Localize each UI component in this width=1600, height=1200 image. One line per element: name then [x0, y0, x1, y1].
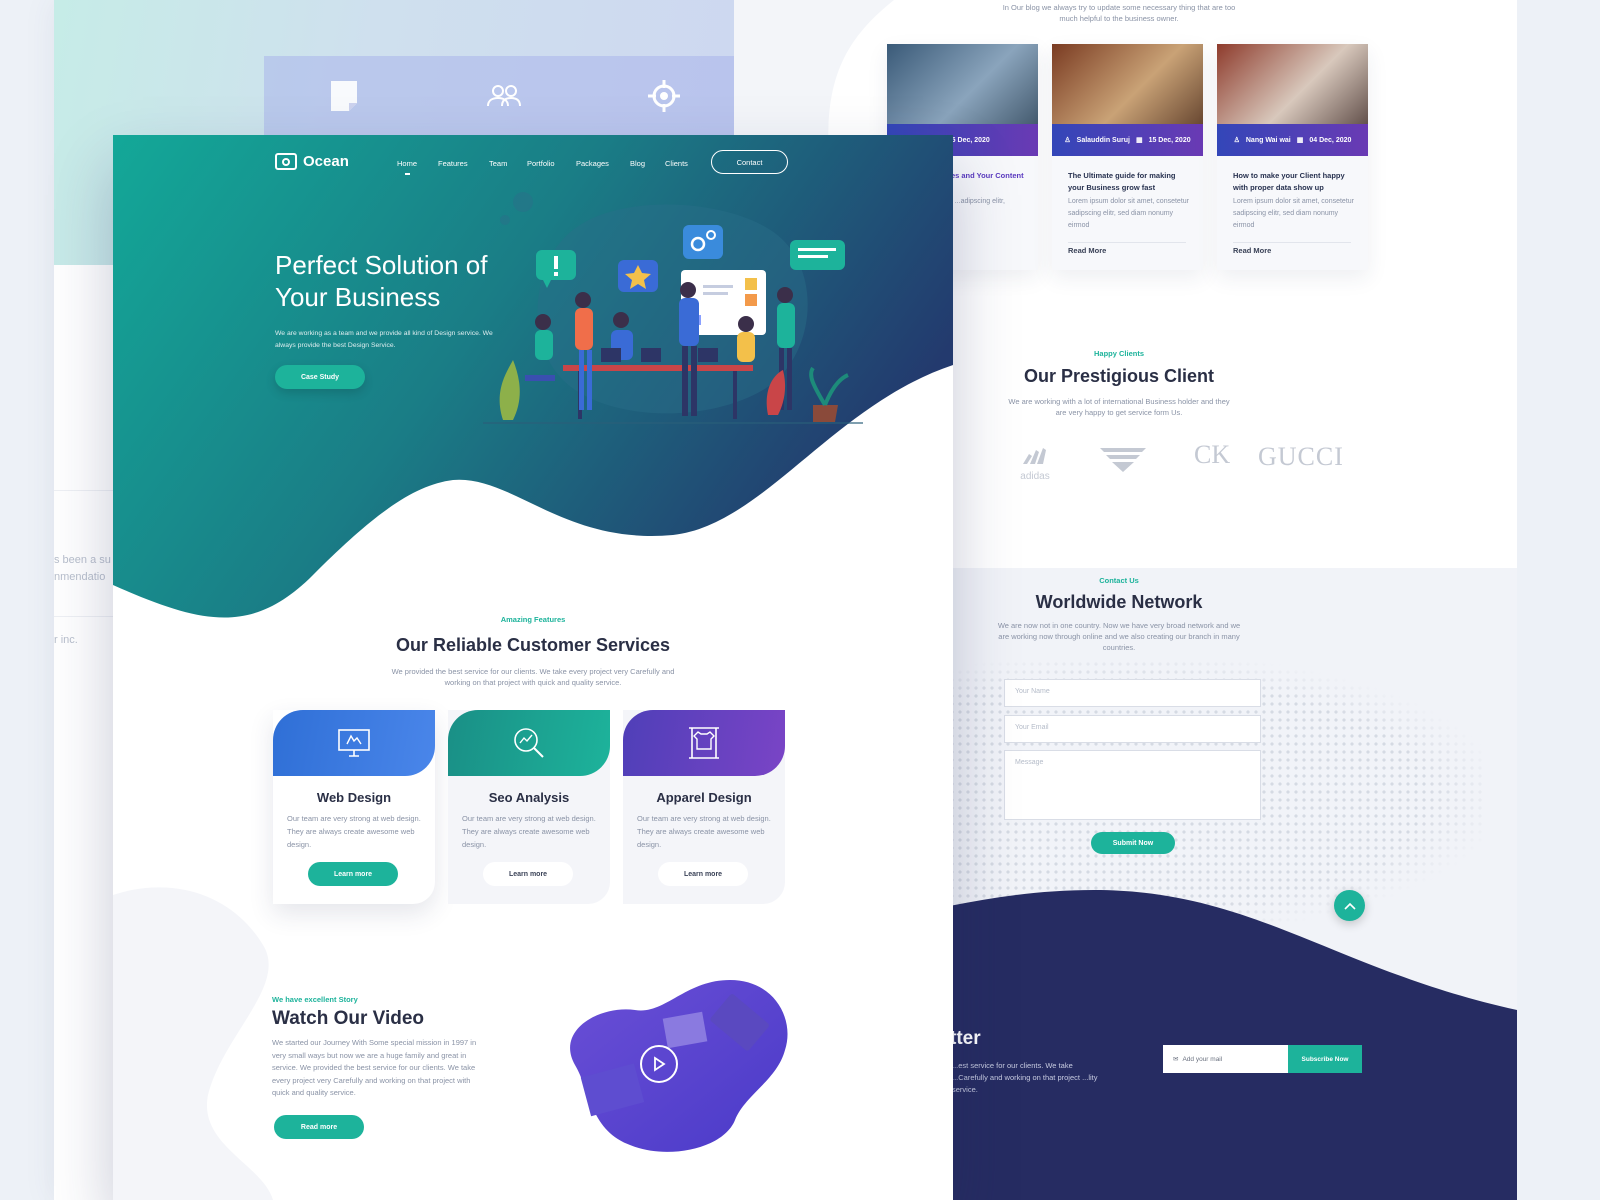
- subscribe-button[interactable]: Subscribe Now: [1288, 1045, 1362, 1073]
- service-description: Our team are very strong at web design. …: [287, 814, 421, 849]
- blog-card[interactable]: ♙ Salauddin Suruj ▦ 15 Dec, 2020 The Ultim…: [1052, 44, 1203, 270]
- blog-intro: In Our blog we always try to update some…: [1002, 3, 1236, 23]
- submit-button[interactable]: Submit Now: [1091, 832, 1175, 854]
- client-logo-gucci: GUCCI: [1258, 442, 1344, 471]
- services-subtitle: Amazing Features: [500, 615, 566, 624]
- left-page-icon-bar: [264, 56, 734, 136]
- front-page: Ocean Home Features Team Portfolio Packa…: [113, 135, 953, 1200]
- target-icon: [584, 56, 734, 136]
- calendar-icon: ▦: [1135, 137, 1143, 144]
- story-title: Watch Our Video: [272, 1008, 425, 1029]
- service-card-seo-analysis[interactable]: Seo Analysis Our team are very strong at…: [448, 710, 610, 904]
- nav-item-blog[interactable]: Blog: [630, 159, 645, 168]
- client-logo-adidas: adidas: [1010, 448, 1060, 482]
- team-meeting-illustration: [483, 192, 863, 424]
- brand-name: Ocean: [303, 153, 349, 170]
- users-icon: [424, 56, 584, 136]
- user-icon: ♙: [1233, 137, 1240, 144]
- brand-logo[interactable]: Ocean: [275, 153, 349, 170]
- story-description: We started our Journey With Some special…: [272, 1038, 477, 1097]
- service-name: Web Design: [316, 790, 392, 805]
- clients-description: We are working with a lot of internation…: [1008, 397, 1230, 417]
- story-subtitle: We have excellent Story: [272, 995, 358, 1004]
- scroll-top-button[interactable]: [1334, 890, 1365, 921]
- message-field[interactable]: Message: [1004, 750, 1261, 820]
- read-more-link[interactable]: Read More: [1068, 246, 1106, 255]
- monitor-design-icon: [338, 729, 370, 757]
- nav-item-features[interactable]: Features: [438, 159, 468, 168]
- newsletter-title: tter: [950, 1028, 981, 1049]
- nav-item-team[interactable]: Team: [489, 159, 507, 168]
- learn-more-button[interactable]: Learn more: [483, 862, 573, 886]
- blog-author: Salauddin Suruj: [1076, 136, 1130, 144]
- email-field[interactable]: Your Email: [1004, 715, 1261, 743]
- learn-more-button[interactable]: Learn more: [308, 862, 398, 886]
- active-indicator: [405, 173, 410, 175]
- newsletter-description: ...est service for our clients. We take …: [952, 1061, 1098, 1094]
- contact-title: Worldwide Network: [1035, 592, 1203, 612]
- learn-more-button[interactable]: Learn more: [658, 862, 748, 886]
- play-icon[interactable]: [640, 1045, 678, 1083]
- divider: [1233, 242, 1351, 243]
- contact-description: We are now not in one country. Now we ha…: [997, 621, 1241, 652]
- blog-card[interactable]: ♙ Nang Wai wai ▦ 04 Dec, 2020 How to make …: [1217, 44, 1368, 270]
- nav-item-packages[interactable]: Packages: [576, 159, 609, 168]
- blog-meta: ♙ Nang Wai wai ▦ 04 Dec, 2020: [1217, 124, 1368, 156]
- contact-button[interactable]: Contact: [711, 150, 788, 174]
- case-study-button[interactable]: Case Study: [275, 365, 365, 389]
- name-field[interactable]: Your Name: [1004, 679, 1261, 707]
- blog-date: 04 Dec, 2020: [1309, 136, 1352, 144]
- service-description: Our team are very strong at web design. …: [462, 814, 596, 849]
- clients-title: Our Prestigious Client: [1023, 366, 1215, 386]
- clients-subtitle: Happy Clients: [1093, 349, 1144, 358]
- blog-excerpt: Lorem ipsum dolor sit amet, consetetur s…: [1068, 198, 1189, 229]
- service-description: Our team are very strong at web design. …: [637, 814, 771, 849]
- left-text-fragment: s been a su: [54, 554, 111, 566]
- service-name: Apparel Design: [656, 790, 752, 805]
- blog-date: 15 Dec, 2020: [1148, 136, 1191, 144]
- blog-date: 15 Dec, 2020: [947, 136, 990, 144]
- newsletter-input[interactable]: ✉ Add your mail: [1163, 1045, 1288, 1073]
- hero-description: We are working as a team and we provide …: [275, 330, 493, 349]
- mail-icon: ✉: [1173, 1056, 1179, 1063]
- blog-excerpt: Lorem ipsum dolor sit amet, consetetur s…: [1233, 198, 1354, 229]
- user-icon: ♙: [1064, 137, 1071, 144]
- left-text-fragment: nmendatio: [54, 571, 106, 583]
- nav-item-clients[interactable]: Clients: [665, 159, 688, 168]
- camera-icon: [275, 153, 297, 170]
- nav-item-home[interactable]: Home: [397, 159, 417, 168]
- document-icon: [264, 56, 424, 136]
- magnifier-chart-icon: [514, 728, 544, 758]
- services-title: Our Reliable Customer Services: [395, 635, 671, 655]
- nav-item-portfolio[interactable]: Portfolio: [527, 159, 555, 168]
- blog-title[interactable]: The Ultimate guide for making your Busin…: [1068, 170, 1190, 194]
- service-card-web-design[interactable]: Web Design Our team are very strong at w…: [273, 710, 435, 904]
- services-description: We provided the best service for our cli…: [391, 667, 675, 687]
- chevron-up-icon: [1343, 902, 1356, 910]
- read-more-link[interactable]: Read More: [1233, 246, 1271, 255]
- read-more-button[interactable]: Read more: [274, 1115, 364, 1139]
- service-card-apparel-design[interactable]: Apparel Design Our team are very strong …: [623, 710, 785, 904]
- client-logo-armani: [1098, 446, 1148, 479]
- divider: [1068, 242, 1186, 243]
- contact-subtitle: Contact Us: [1099, 576, 1139, 585]
- left-text-fragment: r inc.: [54, 634, 78, 646]
- clothes-rack-icon: [689, 727, 719, 759]
- blog-title[interactable]: How to make your Client happy with prope…: [1233, 170, 1355, 194]
- blog-meta: ♙ Salauddin Suruj ▦ 15 Dec, 2020: [1052, 124, 1203, 156]
- blog-author: Nang Wai wai: [1245, 136, 1291, 144]
- service-name: Seo Analysis: [488, 790, 570, 805]
- video-thumbnail[interactable]: [545, 975, 790, 1155]
- calendar-icon: ▦: [1296, 137, 1304, 144]
- client-logo-ck: CK: [1194, 440, 1231, 469]
